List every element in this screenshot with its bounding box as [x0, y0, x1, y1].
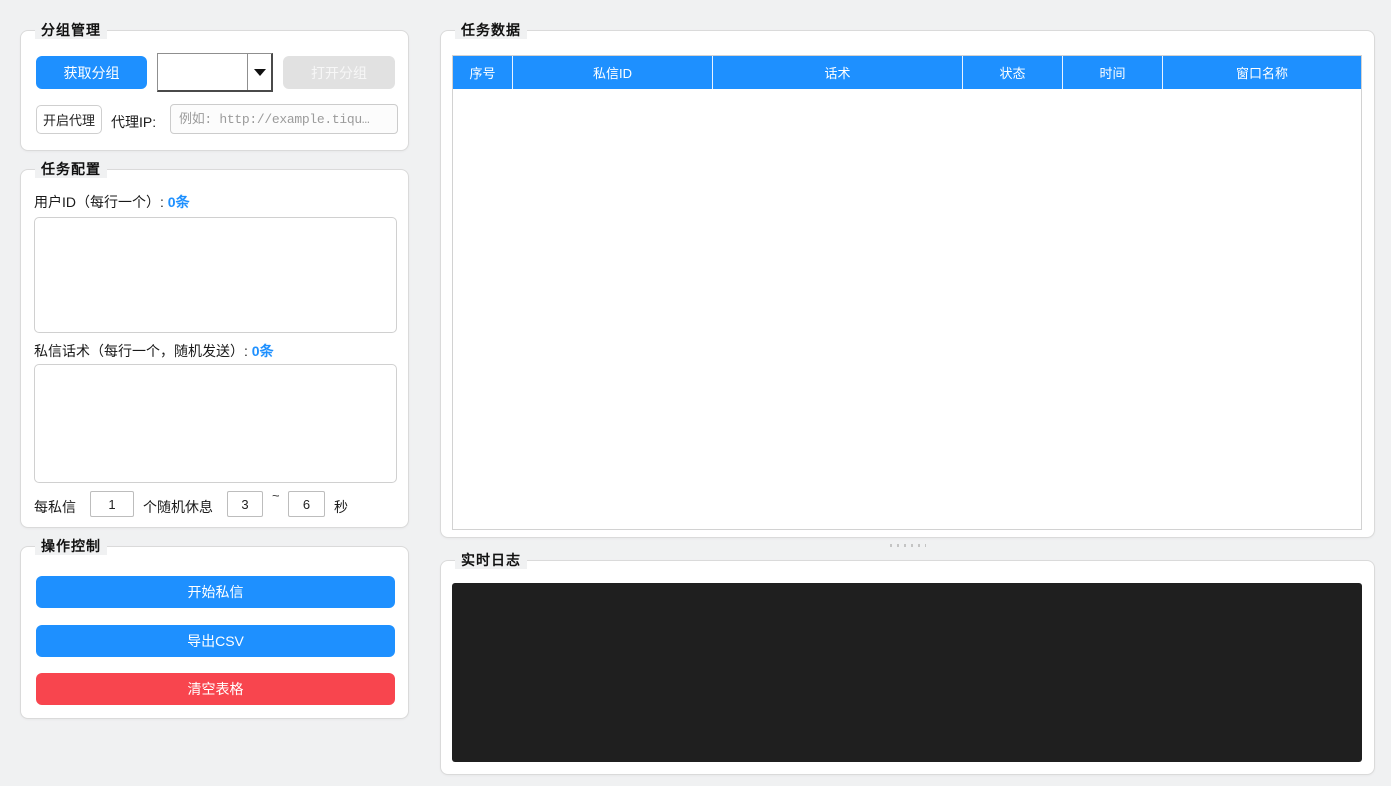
group-select-value: [158, 54, 247, 90]
column-header-index[interactable]: 序号: [453, 56, 513, 89]
log-panel-title: 实时日志: [455, 551, 527, 569]
user-id-textarea[interactable]: [34, 217, 397, 333]
message-textarea[interactable]: [34, 364, 397, 483]
user-id-count: 0条: [167, 194, 190, 210]
app-window: 分组管理 获取分组 打开分组 开启代理 代理IP: 任务配置 用户ID（每行一个…: [0, 0, 1391, 786]
enable-proxy-button[interactable]: 开启代理: [36, 105, 102, 134]
task-data-title: 任务数据: [455, 21, 527, 39]
message-label: 私信话术（每行一个，随机发送）: 0条: [34, 343, 274, 359]
rest-max-input[interactable]: [288, 491, 325, 517]
table-header-row: 序号 私信ID 话术 状态 时间 窗口名称: [453, 56, 1361, 89]
user-id-label: 用户ID（每行一个）: 0条: [34, 194, 190, 210]
task-config-title: 任务配置: [35, 160, 107, 178]
export-csv-button[interactable]: 导出CSV: [36, 625, 395, 657]
open-group-button[interactable]: 打开分组: [283, 56, 395, 89]
tilde-separator: ~: [272, 488, 280, 503]
per-message-count-input[interactable]: [90, 491, 134, 517]
proxy-ip-label: 代理IP:: [111, 114, 157, 130]
chevron-down-icon: [247, 54, 271, 90]
get-groups-button[interactable]: 获取分组: [36, 56, 147, 89]
group-management-title: 分组管理: [35, 21, 107, 39]
column-header-script[interactable]: 话术: [713, 56, 963, 89]
column-header-time[interactable]: 时间: [1063, 56, 1163, 89]
rest-min-input[interactable]: [227, 491, 263, 517]
start-dm-button[interactable]: 开始私信: [36, 576, 395, 608]
seconds-label: 秒: [334, 499, 348, 515]
column-header-status[interactable]: 状态: [963, 56, 1063, 89]
group-select-dropdown[interactable]: [157, 53, 273, 92]
operation-control-title: 操作控制: [35, 537, 107, 555]
rest-label: 个随机休息: [143, 499, 213, 515]
splitter-grip-icon: [889, 543, 926, 547]
table-body[interactable]: [453, 89, 1361, 529]
proxy-ip-input[interactable]: [170, 104, 398, 134]
message-count: 0条: [251, 343, 274, 359]
log-output[interactable]: [452, 583, 1362, 762]
clear-table-button[interactable]: 清空表格: [36, 673, 395, 705]
panel-splitter[interactable]: [440, 540, 1375, 550]
column-header-window-name[interactable]: 窗口名称: [1163, 56, 1361, 89]
task-data-table: 序号 私信ID 话术 状态 时间 窗口名称: [452, 55, 1362, 530]
column-header-dm-id[interactable]: 私信ID: [513, 56, 713, 89]
per-message-label: 每私信: [34, 499, 76, 515]
